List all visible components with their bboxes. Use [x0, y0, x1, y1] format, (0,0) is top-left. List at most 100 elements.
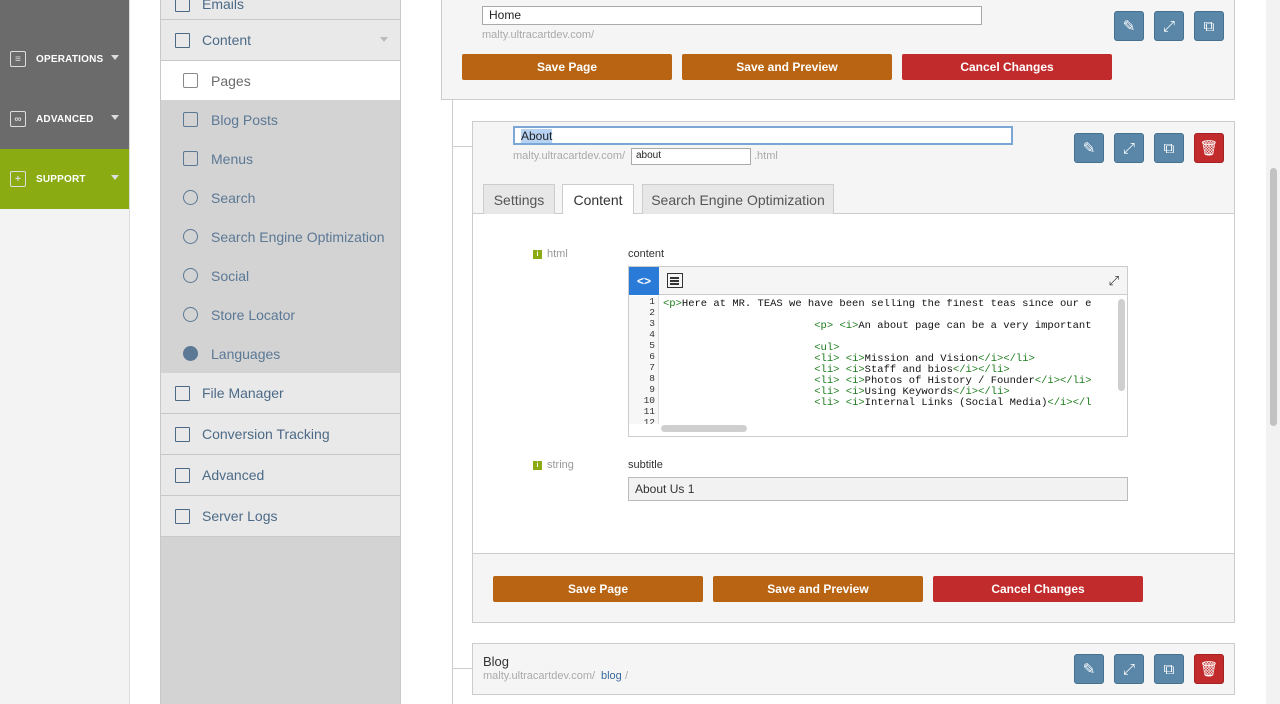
line-number: 6	[649, 351, 655, 362]
tab-bar: Settings Content Search Engine Optimizat…	[473, 174, 1234, 215]
subtitle-input[interactable]: About Us 1	[628, 477, 1128, 501]
caret-down-icon	[111, 115, 119, 120]
editor-vertical-scrollbar[interactable]	[1118, 299, 1125, 391]
trash-icon: 🗑	[1199, 661, 1219, 678]
open-button[interactable]: ⤢	[1154, 11, 1184, 41]
save-and-preview-button[interactable]: Save and Preview	[682, 54, 892, 80]
pages-icon	[183, 73, 198, 88]
tab-content[interactable]: Content	[562, 184, 634, 215]
grid-icon	[175, 426, 190, 442]
tree-branch	[452, 146, 472, 147]
save-page-button[interactable]: Save Page	[462, 54, 672, 80]
sidebar-item-content-label: Content	[202, 32, 252, 48]
expand-icon[interactable]: ⤢	[1109, 273, 1119, 289]
sidebar-item-languages[interactable]: Languages	[161, 334, 400, 373]
share-icon	[183, 268, 198, 283]
sidebar-item-advanced[interactable]: Advanced	[161, 455, 400, 496]
line-number: 7	[649, 362, 655, 373]
cancel-changes-button[interactable]: Cancel Changes	[933, 576, 1143, 602]
edit-button[interactable]: ✎	[1114, 11, 1144, 41]
file-manager-icon	[175, 385, 190, 401]
sidebar-item-label: Pages	[211, 72, 251, 89]
sidebar-item-menus[interactable]: Menus	[161, 139, 400, 178]
save-and-preview-button[interactable]: Save and Preview	[713, 576, 923, 602]
search-icon	[183, 190, 198, 205]
clipboard-icon: ≡	[10, 51, 26, 67]
html-type-label: i html	[533, 248, 568, 260]
about-url-suffix: .html	[754, 150, 778, 162]
sidebar-item-content[interactable]: Content	[161, 20, 400, 61]
code-line: <p>Here at MR. TEAS we have been selling…	[663, 299, 1092, 310]
edit-button[interactable]: ✎	[1074, 133, 1104, 163]
code-view-button[interactable]: <>	[629, 267, 659, 295]
external-link-icon: ⤢	[1122, 139, 1135, 157]
save-page-button[interactable]: Save Page	[493, 576, 703, 602]
pencil-icon: ✎	[1122, 18, 1136, 35]
page-scrollbar[interactable]	[1266, 0, 1280, 704]
copy-button[interactable]: ⧉	[1154, 654, 1184, 684]
menu-icon	[183, 151, 198, 166]
blog-slug-link[interactable]: blog	[601, 670, 622, 682]
nav-advanced[interactable]: ∞ ADVANCED	[0, 89, 129, 149]
sidebar-item-social[interactable]: Social	[161, 256, 400, 295]
open-button[interactable]: ⤢	[1114, 654, 1144, 684]
app-root: ≡ OPERATIONS ∞ ADVANCED + SUPPORT Emails…	[0, 0, 1280, 704]
chevron-down-icon	[380, 37, 388, 42]
code-line: <li> <i>Internal Links (Social Media)</i…	[814, 397, 1092, 409]
page-scrollbar-thumb[interactable]	[1270, 168, 1277, 426]
sidebar-item-conversion-tracking[interactable]: Conversion Tracking	[161, 414, 400, 455]
code-icon: <>	[636, 274, 651, 288]
edit-button[interactable]: ✎	[1074, 654, 1104, 684]
nav-support[interactable]: + SUPPORT	[0, 149, 129, 209]
home-title-input[interactable]: Home	[482, 6, 982, 25]
line-number: 8	[649, 373, 655, 384]
about-slug-input[interactable]: about	[631, 148, 751, 165]
sidebar-item-emails-label: Emails	[202, 0, 245, 12]
delete-button[interactable]: 🗑	[1194, 654, 1224, 684]
line-number: 1	[649, 296, 655, 307]
content-field-label: content	[628, 248, 665, 260]
plus-icon: +	[10, 171, 26, 187]
copy-button[interactable]: ⧉	[1154, 133, 1184, 163]
home-url: malty.ultracartdev.com/	[482, 29, 595, 41]
sidebar-item-server-logs[interactable]: Server Logs	[161, 496, 400, 537]
sidebar-item-label: Advanced	[202, 467, 265, 483]
html-code-editor[interactable]: <> ⤢ 1 2 3 4 5 6 7 8 9 10 11 12 <p>Here …	[628, 266, 1128, 437]
sidebar-item-label: Blog Posts	[211, 111, 278, 128]
sidebar-item-search[interactable]: Search	[161, 178, 400, 217]
sidebar-item-pages[interactable]: Pages	[161, 61, 400, 100]
editor-toolbar: <> ⤢	[629, 267, 1127, 295]
nav-operations[interactable]: ≡ OPERATIONS	[0, 29, 129, 89]
sidebar-item-file-manager[interactable]: File Manager	[161, 373, 400, 414]
line-number: 11	[643, 406, 655, 417]
info-icon: i	[533, 249, 542, 259]
string-type-label: i string	[533, 459, 574, 471]
sidebar-item-blog-posts[interactable]: Blog Posts	[161, 100, 400, 139]
tree-branch	[452, 668, 472, 669]
sidebar-item-store-locator[interactable]: Store Locator	[161, 295, 400, 334]
line-number: 9	[649, 384, 655, 395]
delete-button[interactable]: 🗑	[1194, 133, 1224, 163]
tab-settings[interactable]: Settings	[483, 184, 555, 214]
sidebar-item-emails[interactable]: Emails	[161, 0, 400, 20]
format-icon[interactable]	[667, 273, 683, 288]
code-lines[interactable]: <p>Here at MR. TEAS we have been selling…	[663, 299, 1113, 423]
about-page-panel: About malty.ultracartdev.com/ about .htm…	[472, 121, 1235, 623]
glasses-icon	[175, 467, 190, 483]
cancel-changes-button[interactable]: Cancel Changes	[902, 54, 1112, 80]
pencil-icon: ✎	[1082, 140, 1096, 157]
sidebar-item-label: Server Logs	[202, 508, 278, 524]
nav-operations-label: OPERATIONS	[36, 53, 104, 65]
blog-url-prefix: malty.ultracartdev.com/	[483, 670, 596, 682]
sidebar-item-seo[interactable]: Search Engine Optimization	[161, 217, 400, 256]
caret-down-icon	[111, 55, 119, 60]
about-page-header: About malty.ultracartdev.com/ about .htm…	[473, 122, 1234, 174]
about-title-input[interactable]: About	[513, 126, 1013, 145]
editor-horizontal-scrollbar[interactable]	[661, 425, 747, 432]
open-button[interactable]: ⤢	[1114, 133, 1144, 163]
tree-line	[452, 100, 453, 704]
tab-seo[interactable]: Search Engine Optimization	[642, 184, 834, 214]
sidebar-item-label: Search	[211, 189, 256, 206]
copy-button[interactable]: ⧉	[1194, 11, 1224, 41]
